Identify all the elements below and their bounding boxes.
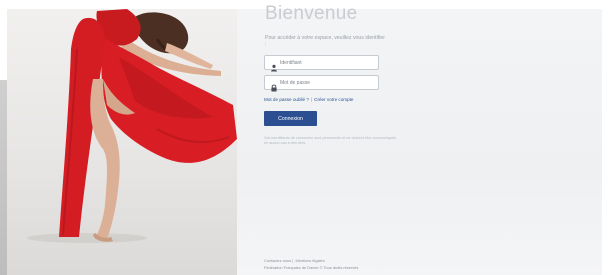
account-links: Mot de passe oublié ? | Créer votre compte bbox=[264, 97, 353, 102]
password-input[interactable] bbox=[280, 78, 376, 88]
username-input[interactable] bbox=[280, 58, 376, 68]
links-separator: | bbox=[310, 97, 313, 102]
contact-link[interactable]: Contactez-nous bbox=[264, 258, 291, 263]
legal-link[interactable]: Mentions légales bbox=[295, 258, 324, 263]
user-icon bbox=[270, 59, 278, 72]
username-field[interactable] bbox=[264, 55, 379, 72]
forgot-password-link[interactable]: Mot de passe oublié ? bbox=[264, 97, 309, 102]
login-intro-text: Pour accéder à votre espace, veuillez vo… bbox=[265, 35, 385, 48]
credentials-notice: Vos identifiants de connexion sont perso… bbox=[264, 136, 397, 145]
login-page: Bienvenue Pour accéder à votre espace, v… bbox=[0, 0, 611, 275]
right-edge-strip bbox=[602, 9, 611, 275]
page-title: Bienvenue bbox=[265, 3, 358, 24]
footer: Contactez-nous | Mentions légales Fédéra… bbox=[264, 257, 358, 271]
lock-icon bbox=[270, 79, 278, 92]
copyright-text: Fédération Française de Danse © Tous dro… bbox=[264, 265, 359, 270]
password-field[interactable] bbox=[264, 75, 379, 92]
dancer-photo bbox=[7, 9, 237, 275]
left-edge-strip bbox=[0, 80, 7, 275]
login-button[interactable]: Connexion bbox=[264, 111, 317, 126]
footer-separator: | bbox=[292, 258, 294, 263]
create-account-link[interactable]: Créer votre compte bbox=[314, 97, 353, 102]
login-panel: Bienvenue Pour accéder à votre espace, v… bbox=[237, 3, 602, 275]
